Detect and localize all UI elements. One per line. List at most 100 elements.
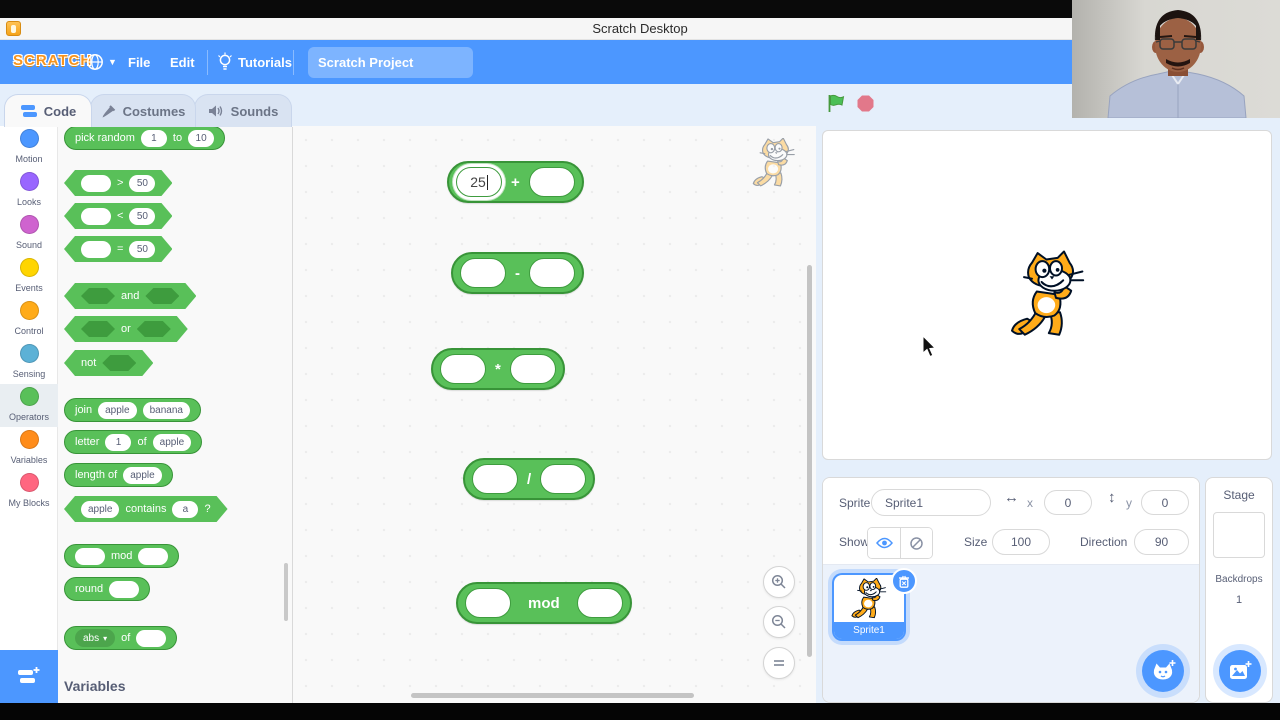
tab-sounds[interactable]: Sounds <box>194 94 292 127</box>
category-control[interactable]: Control <box>0 298 58 341</box>
add-extension-button[interactable] <box>0 650 58 703</box>
canvas-block-empty-slot[interactable] <box>576 588 623 618</box>
canvas-block-empty-slot[interactable] <box>440 354 486 384</box>
tab-code[interactable]: Code <box>4 94 92 127</box>
show-sprite-button[interactable] <box>868 528 900 558</box>
palette-block[interactable]: length of apple <box>64 463 173 487</box>
block-value-input[interactable]: apple <box>81 501 119 518</box>
add-backdrop-button[interactable] <box>1219 650 1261 692</box>
sprite-name-input[interactable]: Sprite1 <box>871 489 991 516</box>
canvas-block-multiply[interactable]: * <box>431 348 565 390</box>
direction-input[interactable]: 90 <box>1134 529 1189 555</box>
palette-block[interactable]: round <box>64 577 151 601</box>
palette-scrollbar[interactable] <box>284 563 288 621</box>
palette-block[interactable]: not <box>64 350 153 376</box>
y-position-input[interactable]: 0 <box>1141 490 1189 515</box>
canvas-block-add[interactable]: 25 + <box>447 161 584 203</box>
project-name-input[interactable] <box>308 47 473 78</box>
chevron-down-icon[interactable]: ▼ <box>108 57 117 67</box>
block-value-input[interactable]: apple <box>98 401 137 419</box>
palette-block[interactable]: join apple banana <box>64 398 201 422</box>
canvas-block-empty-slot[interactable] <box>540 464 587 494</box>
size-input[interactable]: 100 <box>992 529 1050 555</box>
block-empty-slot[interactable] <box>81 208 111 225</box>
canvas-block-empty-slot[interactable] <box>460 258 506 288</box>
stop-button[interactable] <box>855 93 875 113</box>
block-boolean-slot[interactable] <box>81 321 115 337</box>
block-boolean-slot[interactable] <box>81 288 115 304</box>
block-boolean-slot[interactable] <box>137 321 171 337</box>
tab-costumes[interactable]: Costumes <box>90 94 196 127</box>
palette-block[interactable]: >50 <box>64 170 172 196</box>
category-operators[interactable]: Operators <box>0 384 58 427</box>
block-value-input[interactable]: banana <box>142 401 190 419</box>
block-value-input[interactable]: a <box>172 501 198 518</box>
palette-block[interactable]: apple contains a? <box>64 496 228 522</box>
zoom-in-button[interactable] <box>763 566 795 598</box>
palette-block[interactable]: letter 1 of apple <box>64 430 203 454</box>
canvas-block-value-input[interactable]: 25 <box>456 167 502 197</box>
palette-block[interactable]: or <box>64 316 188 342</box>
category-label: Sound <box>15 240 43 250</box>
canvas-block-empty-slot[interactable] <box>465 588 511 618</box>
block-dropdown[interactable]: abs ▾ <box>75 629 116 647</box>
menu-tutorials[interactable]: Tutorials <box>238 55 292 70</box>
category-sensing[interactable]: Sensing <box>0 341 58 384</box>
green-flag-button[interactable] <box>826 93 846 113</box>
category-variables[interactable]: Variables <box>0 427 58 470</box>
block-boolean-slot[interactable] <box>145 288 179 304</box>
canvas-block-empty-slot[interactable] <box>509 354 556 384</box>
block-empty-slot[interactable] <box>109 580 140 598</box>
block-value-input[interactable]: apple <box>123 466 162 484</box>
hide-sprite-button[interactable] <box>900 528 932 558</box>
block-label: of <box>121 632 131 644</box>
category-motion[interactable]: Motion <box>0 126 58 169</box>
canvas-block-empty-slot[interactable] <box>529 258 575 288</box>
code-canvas[interactable]: 25 + - * / mod <box>292 127 816 703</box>
category-my-blocks[interactable]: My Blocks <box>0 470 58 513</box>
block-value-input[interactable]: 1 <box>105 433 132 451</box>
palette-block[interactable]: abs ▾ of <box>64 626 178 650</box>
delete-sprite-button[interactable] <box>891 568 917 594</box>
block-value-input[interactable]: 1 <box>140 129 167 147</box>
canvas-block-empty-slot[interactable] <box>528 167 575 197</box>
palette-block[interactable]: and <box>64 283 196 309</box>
lightbulb-icon[interactable] <box>216 52 234 72</box>
block-value-input[interactable]: apple <box>152 433 192 451</box>
scratch-logo[interactable]: SCRATCH <box>13 52 92 69</box>
zoom-out-button[interactable] <box>763 606 795 638</box>
stage-sprite-cat[interactable] <box>1008 250 1088 345</box>
block-value-input[interactable]: 50 <box>129 208 155 225</box>
block-empty-slot[interactable] <box>138 547 169 565</box>
stage-selector-panel[interactable]: Stage Backdrops 1 <box>1205 477 1273 703</box>
block-empty-slot[interactable] <box>81 175 111 192</box>
canvas-block-subtract[interactable]: - <box>451 252 584 294</box>
canvas-block-mod[interactable]: mod <box>456 582 632 624</box>
menu-edit[interactable]: Edit <box>170 55 195 70</box>
block-value-input[interactable]: 50 <box>129 175 155 192</box>
palette-block[interactable]: <50 <box>64 203 172 229</box>
canvas-horizontal-scrollbar[interactable] <box>411 693 694 698</box>
category-events[interactable]: Events <box>0 255 58 298</box>
block-empty-slot[interactable] <box>136 629 167 647</box>
palette-block[interactable]: pick random 1 to 10 <box>64 127 226 150</box>
globe-icon[interactable] <box>86 53 106 71</box>
block-boolean-slot[interactable] <box>102 355 136 371</box>
canvas-block-empty-slot[interactable] <box>472 464 518 494</box>
category-sound[interactable]: Sound <box>0 212 58 255</box>
add-sprite-button[interactable] <box>1142 650 1184 692</box>
zoom-reset-button[interactable] <box>763 647 795 679</box>
canvas-block-divide[interactable]: / <box>463 458 596 500</box>
block-empty-slot[interactable] <box>81 241 111 258</box>
backdrop-thumbnail[interactable] <box>1213 512 1265 558</box>
block-value-input[interactable]: 10 <box>188 129 215 147</box>
x-position-input[interactable]: 0 <box>1044 490 1092 515</box>
palette-block[interactable]: mod <box>64 544 180 568</box>
block-empty-slot[interactable] <box>75 547 105 565</box>
canvas-vertical-scrollbar[interactable] <box>807 265 812 657</box>
palette-block[interactable]: = 50 <box>64 236 172 262</box>
category-looks[interactable]: Looks <box>0 169 58 212</box>
menu-divider <box>207 50 208 75</box>
menu-file[interactable]: File <box>128 55 150 70</box>
block-value-input[interactable]: 50 <box>129 241 155 258</box>
